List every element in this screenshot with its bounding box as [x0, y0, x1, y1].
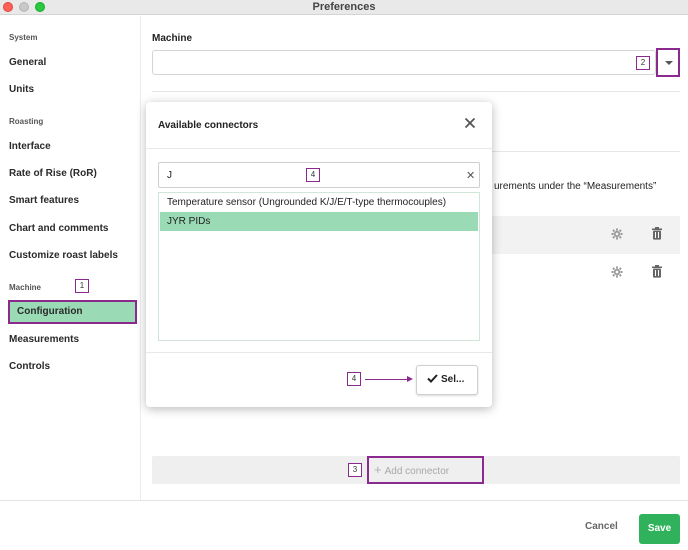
section-divider — [152, 91, 680, 92]
dialog-title: Available connectors — [158, 120, 259, 131]
add-connector-button[interactable]: + Add connector — [367, 456, 484, 484]
sidebar-section-roasting: Roasting — [9, 117, 44, 126]
trash-icon[interactable] — [651, 227, 663, 240]
save-button[interactable]: Save — [639, 514, 680, 544]
window-title: Preferences — [312, 1, 376, 13]
add-connector-label: Add connector — [384, 466, 450, 477]
annotation-marker-4-overlay: 4 — [306, 168, 320, 182]
title-bar: Preferences — [0, 0, 688, 15]
gear-icon[interactable] — [611, 228, 623, 240]
search-value: J — [167, 170, 172, 181]
annotation-arrow — [365, 379, 409, 380]
available-connectors-dialog: Available connectors J ✕ Temperature sen… — [146, 102, 492, 407]
sidebar-item-measurements[interactable]: Measurements — [9, 334, 79, 345]
sidebar-item-rate-of-rise[interactable]: Rate of Rise (RoR) — [9, 168, 97, 179]
sidebar: System General Units Roasting Interface … — [0, 16, 141, 500]
trash-icon[interactable] — [651, 265, 663, 278]
check-icon — [427, 374, 441, 385]
footer-divider — [0, 500, 688, 501]
sidebar-section-system: System — [9, 33, 38, 42]
annotation-marker-2: 2 — [636, 56, 650, 70]
list-item[interactable]: Temperature sensor (Ungrounded K/J/E/T-t… — [160, 193, 478, 212]
sidebar-item-configuration[interactable]: Configuration — [8, 300, 137, 324]
gear-icon[interactable] — [611, 266, 623, 278]
connector-list[interactable]: Temperature sensor (Ungrounded K/J/E/T-t… — [158, 192, 480, 341]
clear-icon[interactable]: ✕ — [466, 169, 475, 182]
dialog-divider — [146, 352, 492, 353]
sidebar-item-chart-and-comments[interactable]: Chart and comments — [9, 223, 108, 234]
annotation-marker-4: 4 — [347, 372, 361, 386]
sidebar-item-smart-features[interactable]: Smart features — [9, 195, 79, 206]
chevron-down-icon — [665, 61, 673, 65]
annotation-arrow-head — [407, 376, 413, 382]
section-divider — [492, 151, 680, 152]
machine-label: Machine — [152, 33, 193, 44]
dialog-divider — [146, 148, 492, 149]
sidebar-item-units[interactable]: Units — [9, 84, 34, 95]
sidebar-item-customize-roast-labels[interactable]: Customize roast labels — [9, 250, 118, 261]
annotation-marker-1: 1 — [75, 279, 89, 293]
sidebar-item-general[interactable]: General — [9, 57, 46, 68]
annotation-marker-3: 3 — [348, 463, 362, 477]
close-icon[interactable] — [464, 117, 476, 131]
sidebar-item-controls[interactable]: Controls — [9, 361, 50, 372]
list-item-selected[interactable]: JYR PIDs — [160, 212, 478, 231]
machine-select[interactable] — [152, 50, 656, 75]
cancel-button[interactable]: Cancel — [585, 521, 618, 532]
sidebar-section-machine: Machine — [9, 283, 42, 292]
select-button[interactable]: Sel... — [416, 365, 478, 395]
select-button-label: Sel... — [441, 374, 465, 385]
sidebar-item-interface[interactable]: Interface — [9, 141, 51, 152]
plus-icon: + — [374, 462, 382, 477]
measurements-hint-text: urements under the “Measurements” — [494, 181, 657, 192]
machine-dropdown-button[interactable] — [656, 48, 680, 77]
